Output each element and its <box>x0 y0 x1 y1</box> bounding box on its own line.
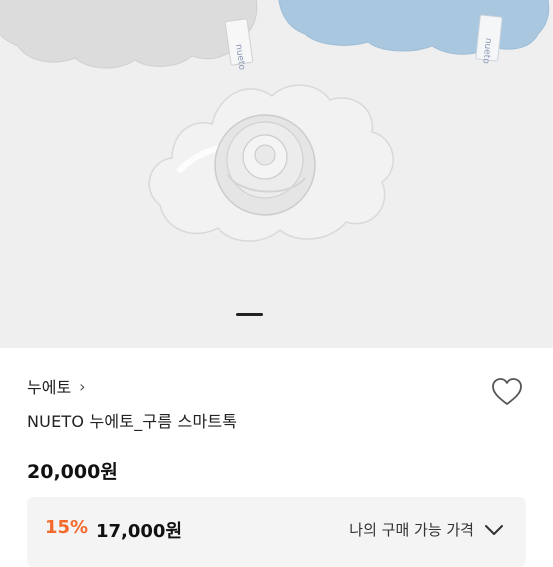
gallery-page-indicator <box>236 313 263 316</box>
my-price-panel[interactable]: 15% 17,000원 나의 구매 가능 가격 <box>27 497 526 567</box>
chevron-right-icon: › <box>79 376 86 396</box>
heart-icon <box>492 378 522 405</box>
chevron-down-icon <box>485 524 503 535</box>
product-image-gallery[interactable]: nueto nueto <box>0 0 553 348</box>
product-price: 20,000원 <box>27 461 118 483</box>
product-image: nueto nueto <box>0 0 550 242</box>
discount-percent: 15% <box>45 517 89 538</box>
wishlist-button[interactable] <box>489 374 525 410</box>
product-title: NUETO 누에토_구름 스마트톡 <box>27 412 238 431</box>
my-price-toggle[interactable]: 나의 구매 가능 가격 <box>349 519 504 540</box>
brand-name: 누에토 <box>27 378 72 397</box>
brand-link[interactable]: 누에토 › <box>27 374 86 398</box>
my-price-label: 나의 구매 가능 가격 <box>349 521 474 539</box>
discount-price: 17,000원 <box>96 521 183 542</box>
